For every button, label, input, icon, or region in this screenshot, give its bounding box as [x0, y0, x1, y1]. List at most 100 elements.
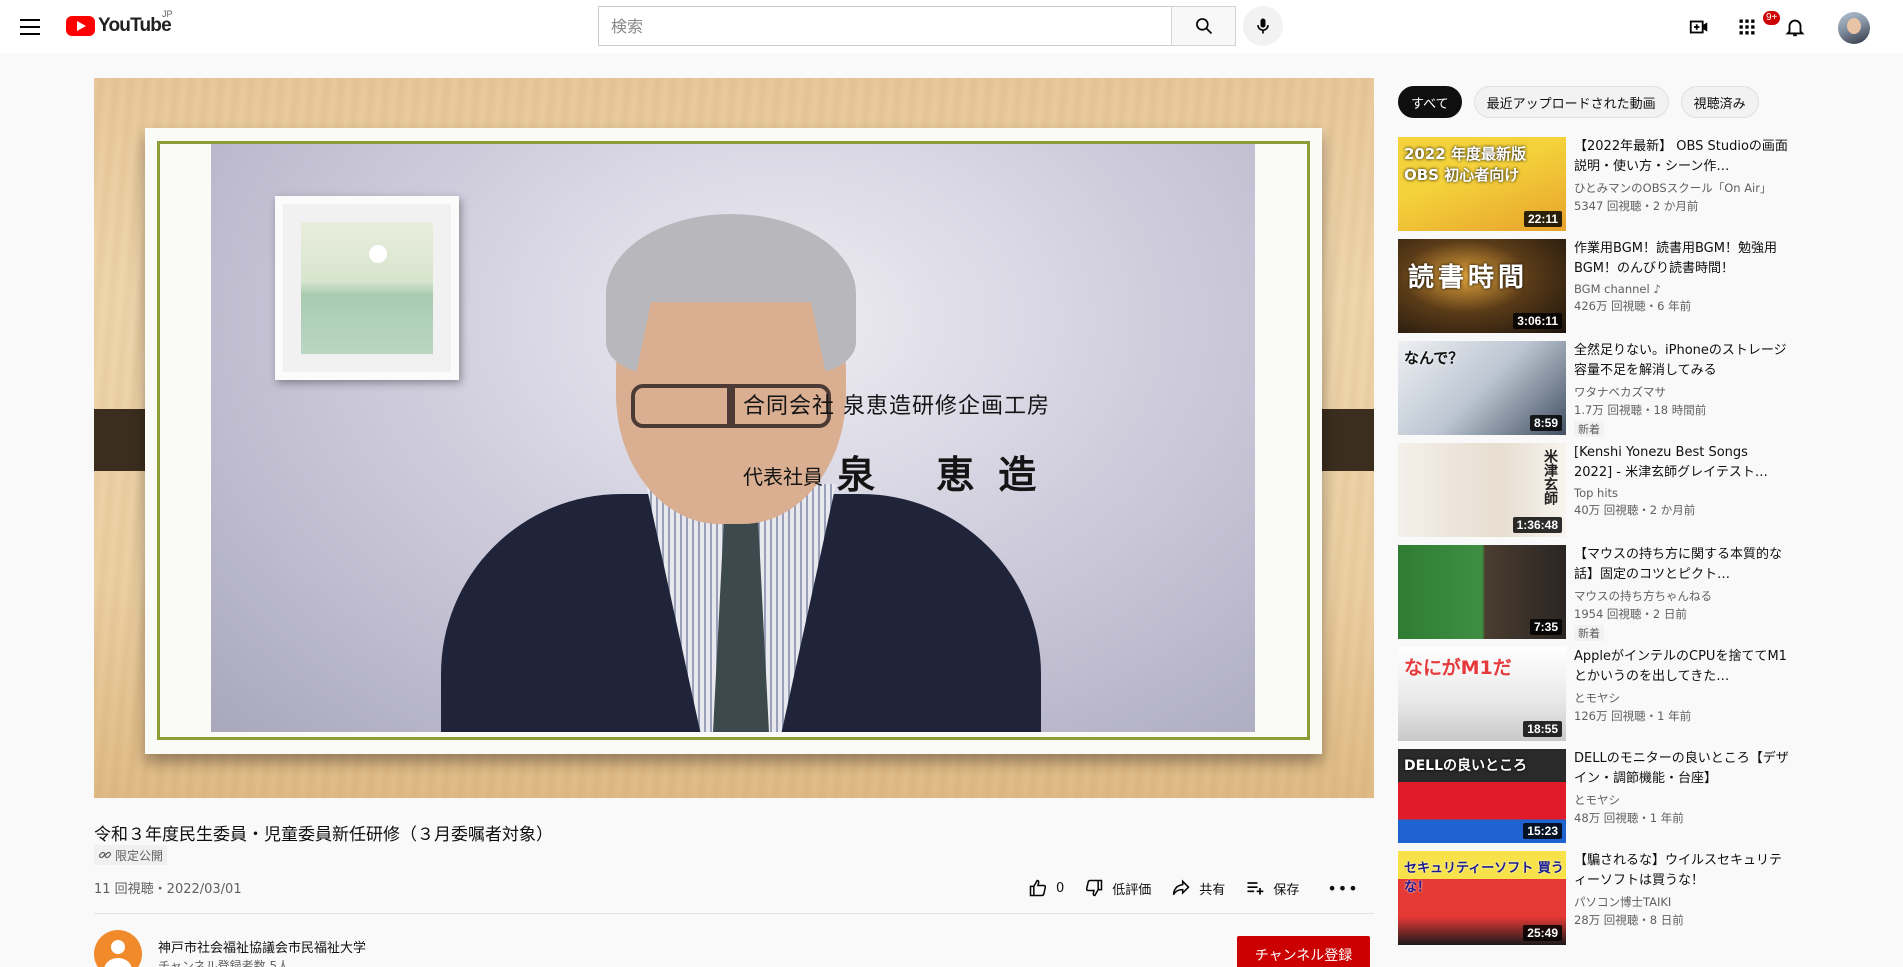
thumbnail-text: なにがM1だ: [1404, 657, 1512, 679]
recommendation-channel[interactable]: BGM channel ♪: [1574, 282, 1790, 296]
channel-name[interactable]: 神戸市社会福祉協議会市民福祉大学: [158, 937, 366, 956]
youtube-logo[interactable]: YouTube JP: [66, 9, 173, 37]
recommendation-stats: 426万 回視聴・6 年前: [1574, 299, 1692, 313]
recommendation-title[interactable]: AppleがインテルのCPUを捨ててM1とかいうのを出してきた…: [1574, 647, 1790, 687]
video-actions: 0 低評価 共有 保存 •••: [1028, 876, 1359, 900]
new-badge: 新着: [1574, 421, 1604, 437]
search-icon: [1195, 18, 1212, 35]
speaker-caption: 合同会社 泉恵造研修企画工房 代表社員泉 恵造: [743, 388, 1083, 497]
create-video-button[interactable]: [1684, 12, 1714, 42]
recommendation-stats: 28万 回視聴・8 日前: [1574, 913, 1684, 927]
channel-avatar[interactable]: [94, 930, 142, 967]
channel-subscriber-count: チャンネル登録者数 5人: [158, 959, 290, 967]
duration-badge: 15:23: [1523, 823, 1562, 839]
recommendation-title[interactable]: DELLのモニターの良いところ【デザイン・調節機能・台座】: [1574, 749, 1790, 789]
video-thumbnail[interactable]: 7:35: [1398, 545, 1566, 639]
recommendation-channel[interactable]: ワタナベカズマサ: [1574, 384, 1790, 400]
recommendation-item[interactable]: セキュリティーソフト 買うな！ 25:49 【騙されるな】ウイルスセキュリティー…: [1398, 851, 1790, 945]
video-player[interactable]: 合同会社 泉恵造研修企画工房 代表社員泉 恵造: [94, 78, 1374, 798]
recommendations-list: 2022 年度最新版 OBS 初心者向け 22:11 【2022年最新】 OBS…: [1398, 137, 1790, 953]
caption-name: 泉 恵造: [837, 453, 1061, 497]
recommendation-title[interactable]: 全然足りない。iPhoneのストレージ容量不足を解消してみる: [1574, 341, 1790, 381]
caption-company: 合同会社 泉恵造研修企画工房: [743, 394, 1050, 419]
menu-icon[interactable]: [18, 14, 42, 38]
notifications-button[interactable]: [1780, 12, 1810, 42]
recommendation-item[interactable]: なんで？ 8:59 全然足りない。iPhoneのストレージ容量不足を解消してみる…: [1398, 341, 1790, 437]
video-thumbnail[interactable]: 2022 年度最新版 OBS 初心者向け 22:11: [1398, 137, 1566, 231]
logo-region: JP: [162, 9, 173, 19]
account-avatar[interactable]: [1838, 12, 1870, 44]
recommendation-item[interactable]: DELLの良いところ 15:23 DELLのモニターの良いところ【デザイン・調節…: [1398, 749, 1790, 843]
recommendation-title[interactable]: 【マウスの持ち方に関する本質的な話】固定のコツとピクト…: [1574, 545, 1790, 585]
new-badge: 新着: [1574, 625, 1604, 641]
divider: [94, 913, 1374, 914]
thumbnail-text: 2022 年度最新版 OBS 初心者向け: [1404, 145, 1526, 184]
thumbnail-text: 米津玄師: [1542, 449, 1558, 505]
thumbnail-text: なんで？: [1404, 349, 1464, 367]
recommendation-channel[interactable]: ひとみマンのOBSスクール「On Air」: [1574, 180, 1790, 196]
video-thumbnail[interactable]: DELLの良いところ 15:23: [1398, 749, 1566, 843]
notification-count-badge: 9+: [1763, 11, 1781, 25]
recommendation-stats: 40万 回視聴・2 か月前: [1574, 503, 1696, 517]
search-input[interactable]: [598, 6, 1171, 46]
recommendation-item[interactable]: 読書時間 3:06:11 作業用BGM！読書用BGM！勉強用BGM！のんびり読書…: [1398, 239, 1790, 333]
recommendation-channel[interactable]: マウスの持ち方ちゃんねる: [1574, 588, 1790, 604]
chip-recently-uploaded[interactable]: 最近アップロードされた動画: [1473, 86, 1669, 118]
thumbs-up-icon: [1029, 879, 1047, 897]
voice-search-button[interactable]: [1243, 6, 1283, 46]
thumbnail-text: 読書時間: [1408, 263, 1529, 293]
like-button[interactable]: 0: [1028, 878, 1064, 898]
video-scene: 合同会社 泉恵造研修企画工房 代表社員泉 恵造: [211, 144, 1255, 732]
recommendation-stats: 1.7万 回視聴・18 時間前: [1574, 403, 1707, 417]
chip-all[interactable]: すべて: [1398, 86, 1462, 118]
video-thumbnail[interactable]: なにがM1だ 18:55: [1398, 647, 1566, 741]
like-count: 0: [1056, 880, 1065, 896]
search-bar: [598, 6, 1236, 46]
recommendation-title[interactable]: 【2022年最新】 OBS Studioの画面説明・使い方・シーン作…: [1574, 137, 1790, 177]
link-icon: [98, 851, 112, 859]
recommendation-title[interactable]: [Kenshi Yonezu Best Songs 2022] - 米津玄師グレ…: [1574, 443, 1790, 483]
more-actions-icon[interactable]: •••: [1327, 879, 1358, 898]
recommendation-channel[interactable]: Top hits: [1574, 486, 1790, 500]
video-thumbnail[interactable]: 米津玄師 1:36:48: [1398, 443, 1566, 537]
video-thumbnail[interactable]: 読書時間 3:06:11: [1398, 239, 1566, 333]
recommendation-item[interactable]: 7:35 【マウスの持ち方に関する本質的な話】固定のコツとピクト… マウスの持ち…: [1398, 545, 1790, 641]
recommendation-item[interactable]: 2022 年度最新版 OBS 初心者向け 22:11 【2022年最新】 OBS…: [1398, 137, 1790, 231]
share-icon: [1173, 879, 1190, 896]
recommendation-stats: 126万 回視聴・1 年前: [1574, 709, 1692, 723]
microphone-icon: [1257, 18, 1269, 34]
dislike-button[interactable]: 低評価: [1084, 878, 1151, 898]
video-title: 令和３年度民生委員・児童委員新任研修（３月委嘱者対象）: [94, 825, 553, 845]
duration-badge: 7:35: [1529, 619, 1562, 635]
recommendation-stats: 48万 回視聴・1 年前: [1574, 811, 1684, 825]
subscribe-button[interactable]: チャンネル登録: [1237, 936, 1370, 967]
recommendation-stats: 5347 回視聴・2 か月前: [1574, 199, 1699, 213]
video-thumbnail[interactable]: セキュリティーソフト 買うな！ 25:49: [1398, 851, 1566, 945]
share-button[interactable]: 共有: [1171, 878, 1225, 898]
video-thumbnail[interactable]: なんで？ 8:59: [1398, 341, 1566, 435]
thumbnail-text: セキュリティーソフト 買うな！: [1404, 861, 1564, 895]
save-button[interactable]: 保存: [1245, 878, 1299, 898]
duration-badge: 8:59: [1529, 415, 1562, 431]
apps-button[interactable]: [1732, 12, 1762, 42]
recommendation-item[interactable]: なにがM1だ 18:55 AppleがインテルのCPUを捨ててM1とかいうのを出…: [1398, 647, 1790, 741]
recommendation-channel[interactable]: とモヤシ: [1574, 690, 1790, 706]
apps-grid-icon: [1739, 19, 1755, 35]
recommendation-item[interactable]: 米津玄師 1:36:48 [Kenshi Yonezu Best Songs 2…: [1398, 443, 1790, 537]
chip-watched[interactable]: 視聴済み: [1680, 86, 1759, 118]
thumbnail-text: DELLの良いところ: [1404, 758, 1528, 774]
video-plus-icon: [1689, 20, 1708, 34]
recommendation-title[interactable]: 作業用BGM！読書用BGM！勉強用BGM！のんびり読書時間！: [1574, 239, 1790, 279]
duration-badge: 3:06:11: [1513, 313, 1562, 329]
recommendation-channel[interactable]: パソコン博士TAIKI: [1574, 894, 1790, 910]
search-button[interactable]: [1171, 6, 1236, 46]
recommendation-title[interactable]: 【騙されるな】ウイルスセキュリティーソフトは買うな！: [1574, 851, 1790, 891]
logo-text: YouTube: [98, 15, 172, 36]
recommendation-stats: 1954 回視聴・2 日前: [1574, 607, 1687, 621]
filter-chips: すべて 最近アップロードされた動画 視聴済み: [1398, 86, 1759, 118]
recommendation-channel[interactable]: とモヤシ: [1574, 792, 1790, 808]
playlist-add-icon: [1247, 882, 1264, 895]
thumbs-down-icon: [1086, 879, 1103, 897]
share-label: 共有: [1199, 882, 1226, 898]
duration-badge: 22:11: [1523, 211, 1562, 227]
